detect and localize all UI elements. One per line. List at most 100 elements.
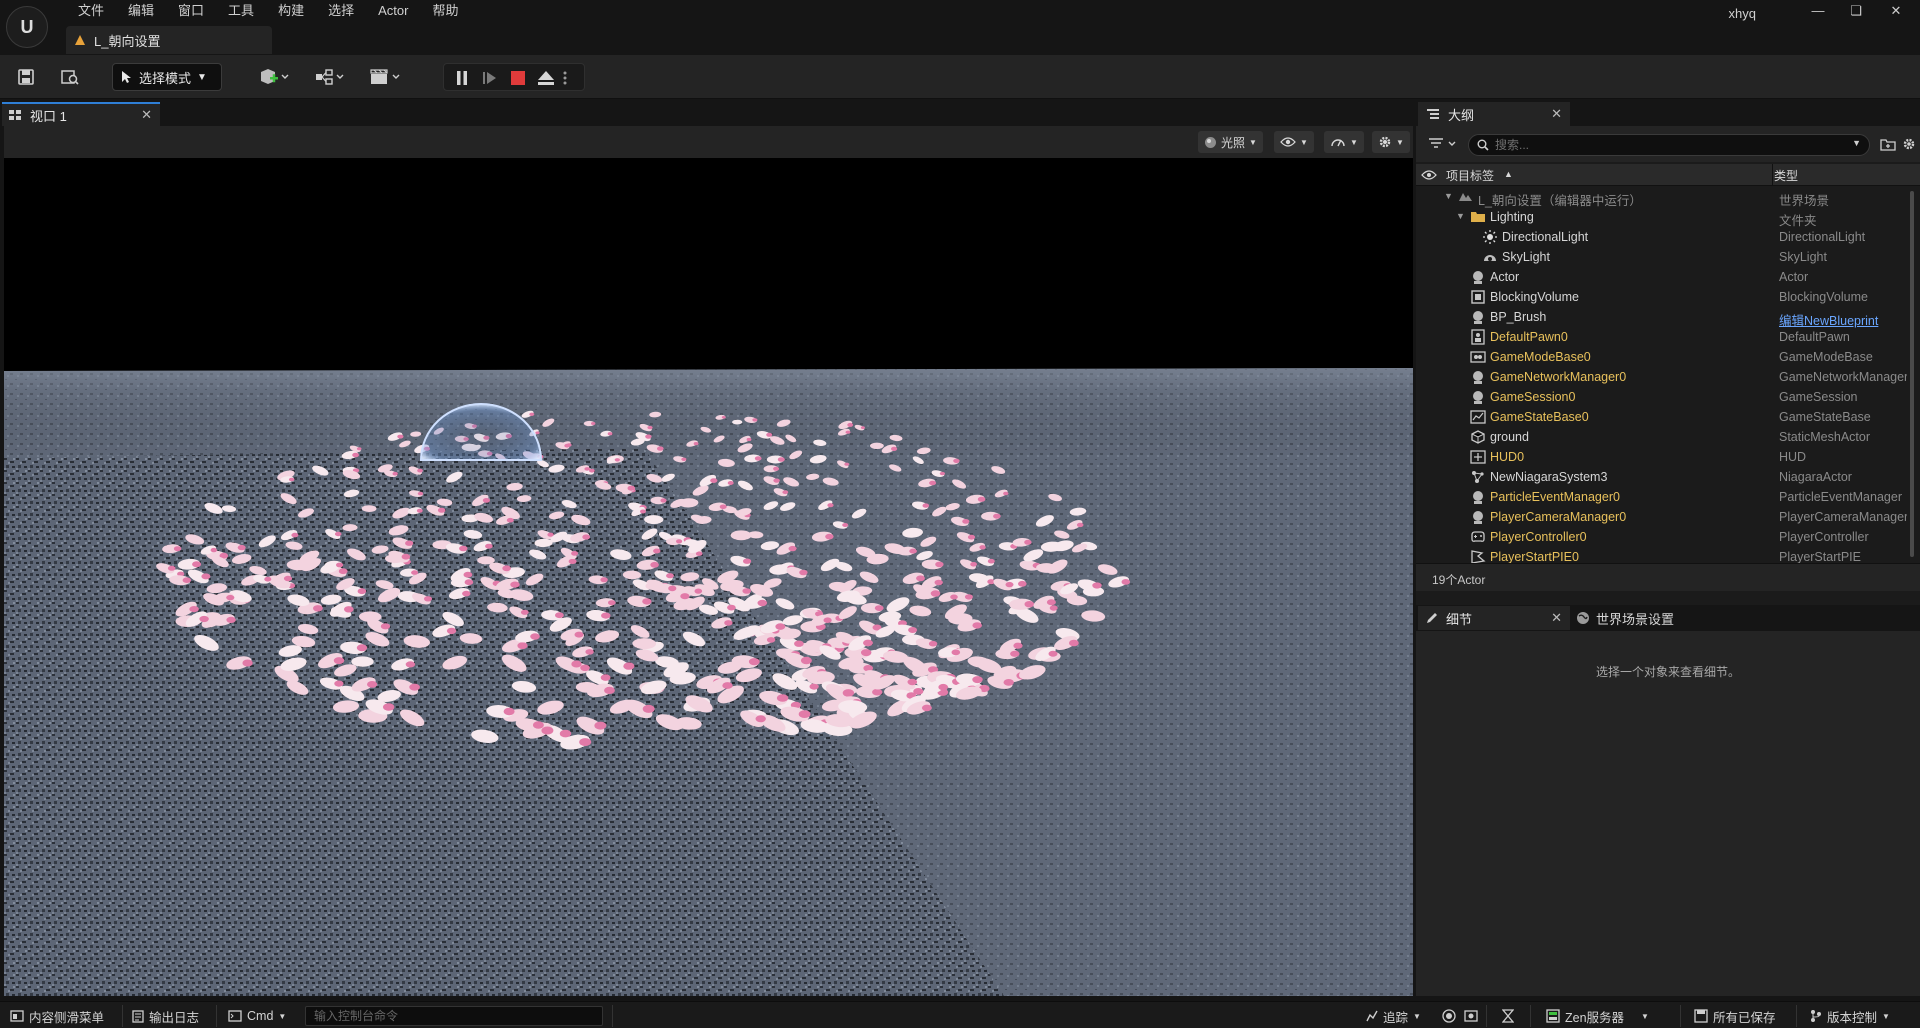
chevron-down-icon: ▼: [1396, 137, 1404, 147]
outliner-row[interactable]: BP_Brush 编辑NewBlueprint: [1416, 307, 1908, 328]
source-control-dropdown[interactable]: 版本控制 ▼: [1810, 1006, 1890, 1026]
visibility-eye-icon[interactable]: [1421, 169, 1437, 181]
outliner-row[interactable]: ▼ Lighting 文件夹: [1416, 207, 1908, 228]
record-icon[interactable]: [1442, 1006, 1456, 1026]
tab-details[interactable]: 细节 ✕: [1418, 606, 1570, 630]
filter-icon[interactable]: [1428, 137, 1458, 151]
menu-actor[interactable]: Actor: [366, 3, 420, 19]
browse-icon[interactable]: [58, 65, 82, 89]
outliner-row[interactable]: Actor Actor: [1416, 267, 1908, 287]
saved-icon: [1694, 1009, 1708, 1023]
output-log-button[interactable]: 输出日志: [132, 1006, 199, 1026]
outliner-row[interactable]: ParticleEventManager0 ParticleEventManage…: [1416, 487, 1908, 507]
close-icon[interactable]: ✕: [1551, 106, 1562, 122]
outliner-row[interactable]: GameModeBase0 GameModeBase: [1416, 347, 1908, 367]
close-icon[interactable]: ✕: [141, 107, 152, 123]
outliner-item-type: DirectionalLight: [1779, 230, 1866, 244]
outliner-row[interactable]: HUD0 HUD: [1416, 447, 1908, 467]
zen-server-dropdown[interactable]: Zen服务器 ▼: [1546, 1006, 1649, 1026]
tab-outliner[interactable]: 大纲 ✕: [1418, 102, 1570, 126]
pause-icon[interactable]: [450, 66, 474, 90]
trace-dropdown[interactable]: 追踪 ▼: [1366, 1006, 1421, 1026]
eject-icon[interactable]: [534, 66, 558, 90]
settings-gear-icon[interactable]: [1902, 137, 1916, 151]
pencil-icon: [1427, 613, 1437, 623]
cmd-dropdown[interactable]: Cmd ▼: [228, 1006, 286, 1026]
unreal-logo-icon[interactable]: U: [6, 6, 48, 48]
outliner-row[interactable]: PlayerStartPIE0 PlayerStartPIE: [1416, 547, 1908, 563]
viewport-scene: [4, 158, 1413, 996]
cursor-icon: [122, 71, 131, 83]
menu-select[interactable]: 选择: [316, 3, 366, 19]
show-flags-dropdown[interactable]: ▼: [1274, 131, 1314, 153]
outliner-tab-label: 大纲: [1448, 107, 1475, 123]
level-warning-icon: [75, 35, 85, 45]
expand-arrow-icon[interactable]: ▼: [1444, 191, 1453, 201]
outliner-item-label: DefaultPawn0: [1490, 330, 1568, 344]
static-mesh-icon: [1470, 429, 1486, 445]
close-icon[interactable]: ✕: [1886, 2, 1906, 20]
menu-help[interactable]: 帮助: [420, 3, 470, 19]
niagara-icon: [1470, 469, 1486, 485]
chevron-down-icon: ▼: [278, 1011, 287, 1021]
menu-build[interactable]: 构建: [266, 3, 316, 19]
tab-viewport[interactable]: 视口 1 ✕: [2, 102, 160, 126]
outliner-row[interactable]: GameStateBase0 GameStateBase: [1416, 407, 1908, 427]
outliner-row[interactable]: PlayerController0 PlayerController: [1416, 527, 1908, 547]
add-folder-icon[interactable]: [1880, 137, 1896, 151]
menu-tools[interactable]: 工具: [216, 3, 266, 19]
tab-world-settings[interactable]: 世界场景设置: [1576, 606, 1674, 630]
viewport-settings-dropdown[interactable]: ▼: [1372, 131, 1410, 153]
select-mode-dropdown[interactable]: 选择模式 ▼: [112, 63, 222, 91]
column-item-label[interactable]: 项目标签: [1446, 167, 1494, 184]
save-all-status[interactable]: 所有已保存: [1694, 1006, 1776, 1026]
stop-icon[interactable]: [506, 66, 530, 90]
outliner-scrollbar[interactable]: [1908, 187, 1916, 563]
outliner-row[interactable]: GameSession0 GameSession: [1416, 387, 1908, 407]
level-viewport[interactable]: [4, 158, 1413, 996]
content-drawer-button[interactable]: 内容侧滑菜单: [10, 1006, 104, 1026]
add-actor-icon[interactable]: [256, 65, 292, 89]
step-frame-icon[interactable]: [478, 66, 502, 90]
level-document-tab[interactable]: L_朝向设置: [66, 26, 272, 54]
close-icon[interactable]: ✕: [1551, 610, 1562, 626]
chevron-down-icon: ▼: [1413, 1011, 1421, 1021]
outliner-item-label: PlayerController0: [1490, 530, 1587, 544]
save-icon[interactable]: [14, 65, 38, 89]
chevron-down-icon[interactable]: ▼: [1852, 138, 1861, 148]
source-control-label: 版本控制: [1827, 1010, 1878, 1025]
outliner-row[interactable]: GameNetworkManager0 GameNetworkManager: [1416, 367, 1908, 387]
lighting-mode-dropdown[interactable]: 光照 ▼: [1198, 131, 1263, 153]
sky-light-icon: [1482, 249, 1498, 265]
column-type[interactable]: 类型: [1774, 167, 1798, 184]
content-drawer-icon: [10, 1010, 24, 1022]
performance-dropdown[interactable]: ▼: [1324, 131, 1364, 153]
blueprint-icon[interactable]: [312, 65, 348, 89]
outliner-item-label: GameSession0: [1490, 390, 1576, 404]
search-input[interactable]: [1495, 138, 1835, 152]
outliner-row[interactable]: DirectionalLight DirectionalLight: [1416, 227, 1908, 247]
screenshot-icon[interactable]: [1464, 1006, 1478, 1026]
outliner-row[interactable]: ground StaticMeshActor: [1416, 427, 1908, 447]
minimize-icon[interactable]: —: [1808, 2, 1828, 20]
expand-arrow-icon[interactable]: ▼: [1456, 211, 1465, 221]
outliner-row[interactable]: NewNiagaraSystem3 NiagaraActor: [1416, 467, 1908, 487]
console-input[interactable]: [306, 1007, 602, 1025]
restore-icon[interactable]: ❏: [1846, 2, 1866, 20]
outliner-item-type: HUD: [1779, 450, 1807, 464]
outliner-row[interactable]: ▼ L_朝向设置（编辑器中运行） 世界场景: [1416, 187, 1908, 208]
play-controls: [443, 63, 585, 91]
hourglass-icon[interactable]: [1502, 1006, 1514, 1026]
outliner-row[interactable]: BlockingVolume BlockingVolume: [1416, 287, 1908, 307]
cinematics-icon[interactable]: [366, 65, 404, 89]
outliner-row[interactable]: PlayerCameraManager0 PlayerCameraManager: [1416, 507, 1908, 527]
outliner-row[interactable]: SkyLight SkyLight: [1416, 247, 1908, 267]
outliner-row[interactable]: DefaultPawn0 DefaultPawn: [1416, 327, 1908, 347]
menu-window[interactable]: 窗口: [166, 3, 216, 19]
details-tab-label: 细节: [1446, 611, 1473, 627]
player-start-icon: [1470, 549, 1486, 563]
hud-icon: [1470, 449, 1486, 465]
menu-edit[interactable]: 编辑: [116, 3, 166, 19]
menu-file[interactable]: 文件: [66, 3, 116, 19]
more-options-icon[interactable]: [558, 66, 572, 90]
